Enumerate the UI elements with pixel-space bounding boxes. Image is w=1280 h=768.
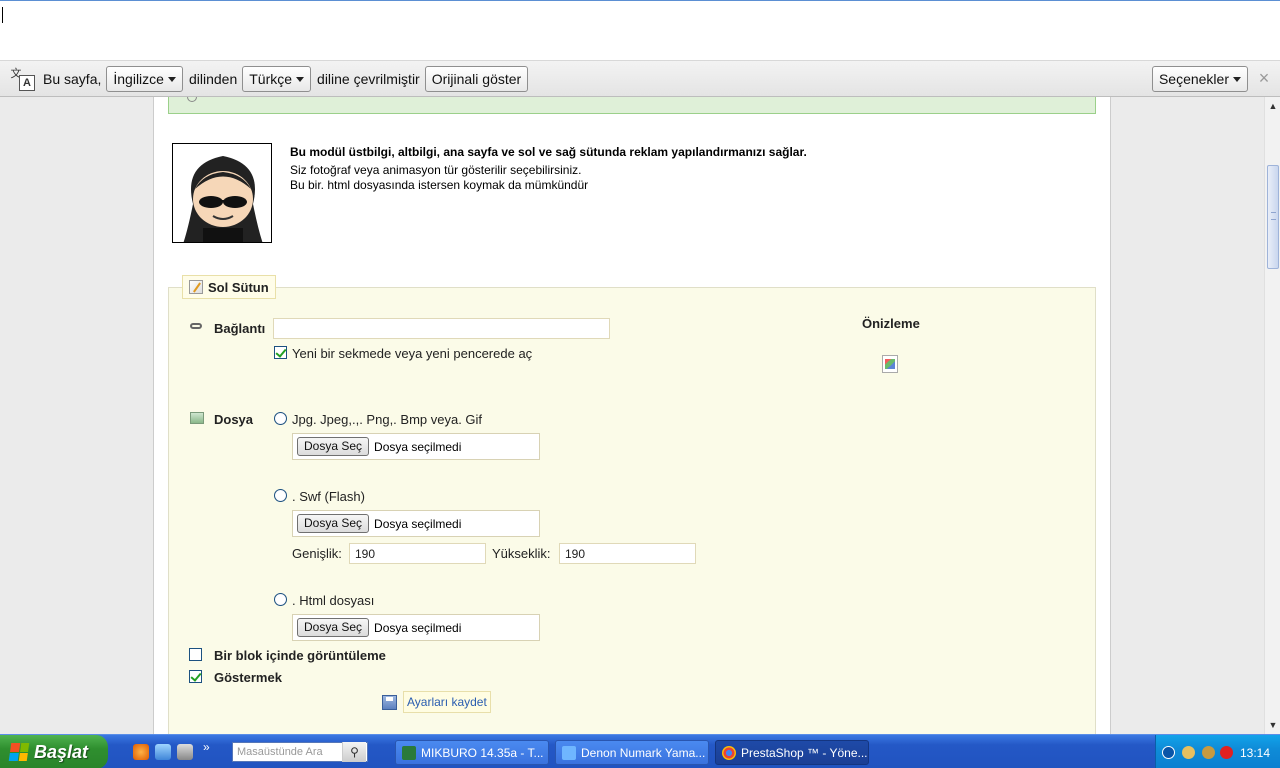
success-icon — [187, 97, 197, 102]
translate-suffix: diline çevrilmiştir — [317, 70, 420, 87]
ie-icon — [562, 745, 576, 760]
translate-bar: 文A Bu sayfa, İngilizce dilinden Türkçe d… — [0, 61, 1280, 97]
browser-top-area — [0, 0, 1280, 61]
module-line-1: Siz fotoğraf veya animasyon tür gösteril… — [290, 163, 582, 177]
task-mikburo[interactable]: MIKBURO 14.35a - T... — [395, 740, 549, 765]
broken-image-icon — [882, 355, 898, 373]
html-radio[interactable] — [274, 593, 287, 606]
html-file-input[interactable]: Dosya Seç Dosya seçilmedi — [292, 614, 540, 641]
image-icon — [190, 412, 204, 424]
vertical-scrollbar[interactable]: ▲ ▼ — [1264, 97, 1280, 734]
link-input[interactable] — [273, 318, 610, 339]
module-line-2: Bu bir. html dosyasında istersen koymak … — [290, 178, 589, 192]
width-label: Genişlik: — [292, 546, 342, 561]
network-icon[interactable] — [1182, 746, 1195, 759]
scrollbar-thumb[interactable] — [1267, 165, 1279, 269]
page-content: Bu modül üstbilgi, altbilgi, ana sayfa v… — [153, 97, 1111, 734]
flash-radio[interactable] — [274, 489, 287, 502]
scroll-up-icon[interactable]: ▲ — [1266, 99, 1280, 113]
chevron-down-icon — [296, 77, 305, 82]
translate-middle: dilinden — [188, 70, 238, 87]
warning-icon[interactable] — [1220, 746, 1233, 759]
chevron-down-icon — [1233, 77, 1241, 82]
section-title: Sol Sütun — [208, 279, 269, 295]
task-label: Denon Numark Yama... — [581, 745, 706, 760]
page-viewport: Bu modül üstbilgi, altbilgi, ana sayfa v… — [0, 97, 1264, 734]
new-tab-label: Yeni bir sekmede veya yeni pencerede aç — [292, 346, 533, 361]
image-option-label: Jpg. Jpeg,.,. Png,. Bmp veya. Gif — [292, 412, 483, 427]
target-language-dropdown[interactable]: Türkçe — [242, 65, 312, 92]
choose-file-button[interactable]: Dosya Seç — [297, 514, 370, 533]
choose-file-button[interactable]: Dosya Seç — [297, 618, 370, 637]
task-label: MIKBURO 14.35a - T... — [421, 745, 544, 760]
block-display-checkbox[interactable] — [189, 648, 202, 661]
app-tray-icon[interactable] — [1202, 746, 1215, 759]
options-label: Seçenekler — [1158, 70, 1229, 87]
link-label: Bağlantı — [214, 321, 266, 336]
start-label: Başlat — [34, 741, 89, 762]
edit-icon — [189, 280, 203, 294]
module-headline: Bu modül üstbilgi, altbilgi, ana sayfa v… — [290, 145, 807, 159]
translate-prefix: Bu sayfa, — [43, 70, 102, 87]
start-button[interactable]: Başlat — [0, 735, 108, 768]
clock: 13:14 — [1240, 746, 1271, 760]
target-language-label: Türkçe — [249, 70, 293, 87]
task-label: PrestaShop ™ - Yöne... — [741, 745, 868, 760]
image-file-input[interactable]: Dosya Seç Dosya seçilmedi — [292, 433, 540, 460]
file-label: Dosya — [214, 412, 254, 427]
system-tray: 13:14 — [1155, 735, 1280, 768]
search-icon[interactable]: ⚲ — [342, 742, 366, 762]
task-prestashop[interactable]: PrestaShop ™ - Yöne... — [715, 740, 869, 765]
width-input[interactable]: 190 — [349, 543, 486, 564]
text-caret — [2, 7, 3, 23]
messenger-icon[interactable] — [155, 744, 171, 760]
chevron-right-icon[interactable]: » — [203, 740, 213, 756]
save-icon — [382, 694, 397, 710]
preview-title: Önizleme — [862, 316, 920, 331]
show-original-button[interactable]: Orijinali göster — [424, 65, 529, 92]
save-settings-button[interactable]: Ayarları kaydet — [382, 691, 491, 713]
show-checkbox[interactable] — [189, 670, 202, 683]
app-icon — [402, 745, 416, 760]
link-icon — [190, 323, 202, 329]
flash-file-input[interactable]: Dosya Seç Dosya seçilmedi — [292, 510, 540, 537]
app-icon[interactable] — [177, 744, 193, 760]
height-label: Yükseklik: — [492, 546, 551, 561]
html-option-label: . Html dosyası — [292, 593, 375, 608]
taskbar: Başlat » Masaüstünde Ara ⚲ MIKBURO 14.35… — [0, 734, 1280, 768]
show-label: Göstermek — [214, 670, 282, 685]
close-icon[interactable]: × — [1254, 68, 1274, 89]
chrome-icon — [722, 745, 736, 760]
translate-options-dropdown[interactable]: Seçenekler — [1151, 65, 1248, 92]
chevron-down-icon — [167, 77, 176, 82]
scroll-down-icon[interactable]: ▼ — [1266, 718, 1280, 732]
block-display-label: Bir blok içinde görüntüleme — [214, 648, 386, 663]
fieldset-legend: Sol Sütun — [182, 275, 276, 299]
file-status: Dosya seçilmedi — [374, 516, 462, 531]
save-settings-label: Ayarları kaydet — [403, 691, 491, 713]
flash-option-label: . Swf (Flash) — [292, 489, 365, 504]
firefox-icon[interactable] — [133, 744, 149, 760]
choose-file-button[interactable]: Dosya Seç — [297, 437, 370, 456]
height-input[interactable]: 190 — [559, 543, 696, 564]
module-avatar — [172, 143, 272, 243]
file-status: Dosya seçilmedi — [374, 439, 462, 454]
module-description: Bu modül üstbilgi, altbilgi, ana sayfa v… — [290, 145, 807, 193]
new-tab-checkbox[interactable] — [274, 346, 287, 359]
source-language-label: İngilizce — [113, 70, 164, 87]
windows-logo-icon — [8, 743, 30, 761]
image-radio[interactable] — [274, 412, 287, 425]
success-message — [168, 97, 1096, 114]
file-status: Dosya seçilmedi — [374, 620, 462, 635]
tray-expand-icon[interactable] — [1162, 746, 1175, 759]
task-denon[interactable]: Denon Numark Yama... — [555, 740, 709, 765]
source-language-dropdown[interactable]: İngilizce — [106, 65, 183, 92]
translate-icon: 文A — [9, 67, 35, 91]
